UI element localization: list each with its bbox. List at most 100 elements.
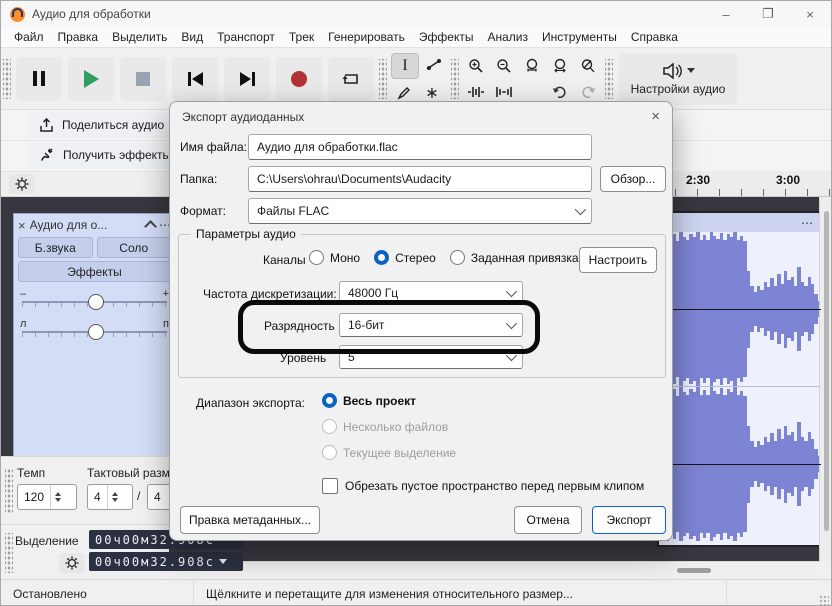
audio-setup-label: Настройки аудио	[631, 82, 726, 96]
track-name[interactable]: Аудио для о...	[30, 218, 142, 232]
selection-toolbar-grip[interactable]	[5, 533, 13, 573]
format-label: Формат:	[180, 204, 226, 218]
trim-audio-button[interactable]	[463, 80, 489, 104]
effects-button[interactable]: Эффекты	[18, 261, 171, 282]
zoom-toggle-button[interactable]	[575, 54, 601, 78]
range-option-entire-project[interactable]: Весь проект	[322, 393, 456, 408]
menu-item-tools[interactable]: Инструменты	[535, 28, 624, 46]
loop-icon	[341, 70, 361, 88]
selection-tool-button[interactable]: I	[391, 53, 419, 79]
minimize-button[interactable]: –	[705, 1, 747, 27]
get-effects-button[interactable]: Получить эффекты	[29, 142, 181, 168]
cancel-button[interactable]: Отмена	[514, 506, 582, 534]
gain-slider[interactable]: – +	[18, 288, 171, 312]
menu-item-effect[interactable]: Эффекты	[412, 28, 481, 46]
selection-settings-button[interactable]	[59, 553, 85, 573]
trim-audio-icon	[467, 85, 485, 99]
file-name-input[interactable]: Аудио для обработки.flac	[248, 134, 592, 160]
plug-icon	[39, 147, 55, 163]
pan-slider-thumb[interactable]	[88, 324, 104, 340]
format-select[interactable]: Файлы FLAC	[248, 198, 592, 224]
envelope-tool-button[interactable]	[421, 53, 447, 77]
selection-format-caret-icon[interactable]	[219, 559, 227, 564]
radio-selected-icon	[374, 250, 389, 265]
folder-input[interactable]: C:\Users\ohrau\Documents\Audacity	[248, 166, 592, 192]
zoom-fit-project-button[interactable]	[547, 54, 573, 78]
skip-to-start-button[interactable]	[172, 57, 218, 101]
play-button[interactable]	[68, 57, 114, 101]
mute-button[interactable]: Б.звука	[18, 237, 93, 258]
pan-slider[interactable]: л п	[18, 318, 171, 342]
window-resize-grip[interactable]	[819, 595, 829, 605]
zoom-in-button[interactable]	[463, 54, 489, 78]
menu-item-generate[interactable]: Генерировать	[321, 28, 412, 46]
pause-button[interactable]	[16, 57, 62, 101]
close-button[interactable]: ×	[789, 1, 831, 27]
menu-item-help[interactable]: Справка	[624, 28, 685, 46]
folder-label: Папка:	[180, 172, 217, 186]
menu-item-edit[interactable]: Правка	[51, 28, 106, 46]
channels-option-stereo[interactable]: Стерео	[374, 250, 436, 265]
channels-option-custom-mapping[interactable]: Заданная привязка	[450, 250, 579, 265]
beats-spinner[interactable]: 4	[87, 484, 133, 510]
edit-toolbar-grip[interactable]	[451, 59, 459, 99]
gain-slider-thumb[interactable]	[88, 294, 104, 310]
dialog-close-button[interactable]: ×	[651, 108, 660, 125]
maximize-button[interactable]: ❐	[747, 1, 789, 27]
clip-header[interactable]: ⋯	[659, 213, 821, 232]
window-controls: – ❐ ×	[705, 1, 831, 27]
audio-clip[interactable]: ⋯	[657, 211, 823, 547]
track-collapse-icon[interactable]	[144, 220, 157, 233]
configure-button[interactable]: Настроить	[579, 247, 657, 273]
stop-button[interactable]	[120, 57, 166, 101]
solo-button[interactable]: Соло	[97, 237, 172, 258]
track-close-button[interactable]: ×	[18, 218, 26, 233]
settings-gear-button[interactable]	[9, 174, 35, 194]
zoom-out-button[interactable]	[491, 54, 517, 78]
dialog-title: Экспорт аудиоданных	[182, 110, 304, 124]
sample-rate-label: Частота дискретизации:	[203, 287, 337, 301]
sample-rate-select[interactable]: 48000 Гц	[339, 281, 523, 305]
horizontal-scrollbar-thumb[interactable]	[677, 568, 711, 573]
menu-item-tracks[interactable]: Трек	[282, 28, 321, 46]
share-audio-label: Поделиться аудио	[62, 118, 164, 132]
loop-button[interactable]	[328, 57, 374, 101]
redo-button[interactable]	[575, 80, 601, 104]
range-option-multiple-files[interactable]: Несколько файлов	[322, 419, 456, 434]
waveform-channel-right	[659, 386, 821, 541]
browse-button[interactable]: Обзор...	[600, 166, 666, 192]
menu-item-analyze[interactable]: Анализ	[480, 28, 535, 46]
time-toolbar-grip[interactable]	[5, 469, 13, 513]
selection-end-field[interactable]: 00ч00м32.908с	[89, 552, 243, 571]
trim-blank-space-checkbox[interactable]: Обрезать пустое пространство перед первы…	[322, 478, 644, 494]
share-audio-button[interactable]: Поделиться аудио	[29, 112, 174, 138]
edit-metadata-button[interactable]: Правка метаданных...	[180, 506, 320, 534]
audio-setup-toolbar-grip[interactable]	[605, 59, 613, 99]
zoom-in-icon	[468, 58, 484, 74]
tools-toolbar-grip[interactable]	[379, 59, 387, 99]
channels-option-mono[interactable]: Моно	[309, 250, 360, 265]
menu-item-select[interactable]: Выделить	[105, 28, 174, 46]
menu-item-file[interactable]: Файл	[7, 28, 51, 46]
menu-item-view[interactable]: Вид	[174, 28, 210, 46]
tempo-spinner-arrows[interactable]	[50, 485, 65, 509]
undo-button[interactable]	[547, 80, 573, 104]
beats-spinner-arrows[interactable]	[107, 485, 122, 509]
vertical-scrollbar-thumb[interactable]	[824, 211, 829, 531]
range-option-current-selection[interactable]: Текущее выделение	[322, 445, 456, 460]
level-select[interactable]: 5	[339, 345, 523, 369]
skip-to-end-button[interactable]	[224, 57, 270, 101]
menu-item-transport[interactable]: Транспорт	[210, 28, 282, 46]
horizontal-scrollbar[interactable]	[169, 561, 820, 580]
vertical-scrollbar[interactable]	[819, 197, 832, 561]
bit-depth-select[interactable]: 16-бит	[339, 313, 523, 337]
silence-audio-button[interactable]	[491, 80, 517, 104]
audio-setup-button[interactable]: Настройки аудио	[619, 53, 737, 105]
clip-menu-button[interactable]: ⋯	[801, 216, 813, 230]
timesig-label: Тактовый разм	[87, 466, 170, 480]
tempo-spinner[interactable]: 120	[17, 484, 77, 510]
record-button[interactable]	[276, 57, 322, 101]
export-button[interactable]: Экспорт	[592, 506, 666, 534]
transport-toolbar-grip[interactable]	[3, 59, 11, 99]
zoom-selection-button[interactable]	[519, 54, 545, 78]
